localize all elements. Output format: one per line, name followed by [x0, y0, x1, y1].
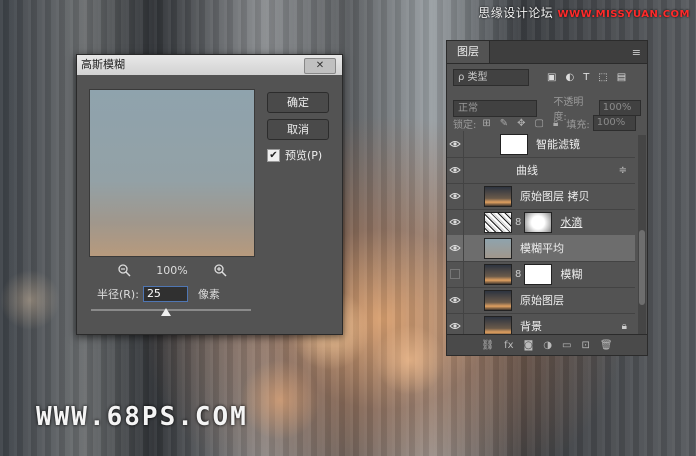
filter-icons: ▣ ◐ T ⬚ ▤: [547, 72, 626, 83]
layer-name: 原始图层: [520, 294, 564, 307]
tab-layers[interactable]: 图层: [447, 41, 490, 63]
slider-thumb[interactable]: [161, 308, 172, 316]
fill-field[interactable]: 100%: [592, 115, 636, 131]
filter-smart-object-icon[interactable]: ▤: [617, 72, 626, 83]
new-layer-icon[interactable]: ⊡: [581, 340, 589, 351]
filter-pixel-icon[interactable]: ▣: [547, 72, 556, 83]
lock-transparent-icon[interactable]: ⊞: [482, 118, 490, 129]
layer-thumbnail: [484, 211, 512, 233]
layer-name: 水滴: [560, 216, 583, 229]
filter-kind-select[interactable]: ρ 类型: [453, 69, 529, 86]
panel-menu-icon[interactable]: ≡: [632, 46, 641, 59]
watermark-top-site: WWW.MISSYUAN.COM: [557, 9, 690, 20]
lock-icons: ⊞ ✎ ✥ ▢ 🔒︎: [482, 118, 558, 129]
mask-link-icon[interactable]: 8: [515, 269, 521, 280]
preview-label: 预览(P): [285, 149, 323, 162]
scrollbar-thumb[interactable]: [639, 230, 645, 305]
layer-mask-thumbnail[interactable]: [524, 263, 553, 285]
filter-row: ρ 类型 ▣ ◐ T ⬚ ▤: [453, 69, 641, 86]
adjustment-layer-icon[interactable]: ◑: [543, 340, 552, 351]
layer-row[interactable]: 原始图层 拷贝: [447, 183, 635, 210]
visibility-eye-icon[interactable]: [447, 209, 464, 235]
layer-name: 原始图层 拷贝: [520, 190, 590, 203]
layer-name: 模糊平均: [520, 242, 564, 255]
layer-name: 曲线: [516, 164, 538, 177]
gaussian-blur-dialog: 高斯模糊 ✕ 100% 确定 取消 ✔ 预览(P) 半径(R): 25 像素: [76, 54, 343, 335]
new-group-icon[interactable]: ▭: [562, 340, 571, 351]
radius-label: 半径(R):: [97, 288, 139, 301]
lock-position-icon[interactable]: ✥: [517, 118, 525, 129]
layer-thumbnail: [500, 133, 528, 155]
lock-label: 锁定:: [453, 119, 477, 131]
blend-mode-select[interactable]: 正常: [453, 99, 538, 117]
radius-row: 半径(R): 25 像素: [97, 286, 220, 302]
radius-slider[interactable]: [91, 308, 251, 316]
add-mask-icon[interactable]: ◙: [524, 340, 534, 351]
lock-artboard-icon[interactable]: ▢: [535, 118, 544, 129]
layers-panel: 图层 ≡ ρ 类型 ▣ ◐ T ⬚ ▤ 正常 不透明度: 100% 锁定: ⊞ …: [446, 40, 648, 356]
filter-adjustment-icon[interactable]: ◐: [565, 72, 574, 83]
watermark-top-text: 思缘设计论坛: [478, 6, 558, 20]
layer-thumbnail: [484, 185, 512, 207]
visibility-eye-icon[interactable]: [447, 157, 464, 183]
visibility-eye-icon[interactable]: [447, 261, 464, 287]
layers-footer: ⛓ fx ◙ ◑ ▭ ⊡ 🗑︎: [447, 334, 647, 355]
watermark-bottom: WWW.68PS.COM: [36, 402, 248, 432]
close-button[interactable]: ✕: [304, 58, 336, 74]
layers-panel-header: 图层 ≡: [447, 41, 647, 64]
dialog-title-bar[interactable]: 高斯模糊 ✕: [77, 55, 342, 75]
mask-link-icon[interactable]: 8: [515, 217, 521, 228]
cancel-button[interactable]: 取消: [267, 119, 329, 140]
layer-name: 模糊: [560, 268, 583, 281]
visibility-eye-icon[interactable]: [447, 131, 464, 157]
opacity-field[interactable]: 100%: [598, 100, 641, 116]
preview-checkbox[interactable]: ✔: [267, 148, 280, 162]
fill-label: 填充:: [566, 119, 590, 131]
layer-thumbnail: [484, 289, 512, 311]
layer-list: 智能滤镜曲线 ≑ 原始图层 拷贝 8 水滴模糊平均 8 模糊原始图层背景 🔒︎: [447, 131, 647, 340]
filter-shape-icon[interactable]: ⬚: [598, 72, 607, 83]
layer-row[interactable]: 曲线 ≑: [447, 157, 635, 184]
ok-button[interactable]: 确定: [267, 92, 329, 113]
layer-row[interactable]: 模糊平均: [447, 235, 635, 262]
visibility-eye-icon[interactable]: [447, 183, 464, 209]
preview-checkbox-row[interactable]: ✔ 预览(P): [267, 147, 322, 163]
layer-row[interactable]: 原始图层: [447, 287, 635, 314]
filter-type-icon[interactable]: T: [583, 72, 589, 83]
lock-paint-icon[interactable]: ✎: [500, 118, 508, 129]
watermark-top: 思缘设计论坛 WWW.MISSYUAN.COM: [478, 4, 690, 21]
link-layers-icon[interactable]: ⛓: [481, 340, 494, 351]
layer-name: 智能滤镜: [536, 138, 580, 151]
zoom-controls: 100%: [117, 263, 227, 277]
layer-row[interactable]: 8 模糊: [447, 261, 635, 288]
layer-name: 背景: [520, 320, 542, 333]
lock-all-icon[interactable]: 🔒︎: [553, 118, 558, 129]
visibility-eye-icon[interactable]: [447, 287, 464, 313]
layer-thumbnail: [484, 263, 512, 285]
zoom-in-icon[interactable]: [213, 263, 227, 277]
radius-unit: 像素: [197, 288, 220, 301]
filter-options-icon[interactable]: ≑: [619, 165, 627, 176]
dialog-title: 高斯模糊: [81, 58, 125, 71]
fx-icon[interactable]: fx: [504, 340, 513, 351]
lock-icon: 🔒︎: [621, 320, 627, 332]
layer-thumbnail: [484, 237, 512, 259]
layer-mask-thumbnail[interactable]: [524, 211, 553, 233]
radius-input[interactable]: 25: [142, 286, 188, 302]
visibility-eye-icon[interactable]: [447, 235, 464, 261]
layer-row[interactable]: 8 水滴: [447, 209, 635, 236]
lock-row: 锁定: ⊞ ✎ ✥ ▢ 🔒︎ 填充: 100%: [453, 115, 641, 131]
layers-scrollbar[interactable]: [638, 135, 646, 335]
delete-layer-icon[interactable]: 🗑︎: [600, 340, 613, 351]
blur-preview[interactable]: [89, 89, 255, 257]
zoom-out-icon[interactable]: [117, 263, 131, 277]
zoom-level: 100%: [156, 263, 188, 277]
layer-row[interactable]: 智能滤镜: [447, 131, 635, 158]
